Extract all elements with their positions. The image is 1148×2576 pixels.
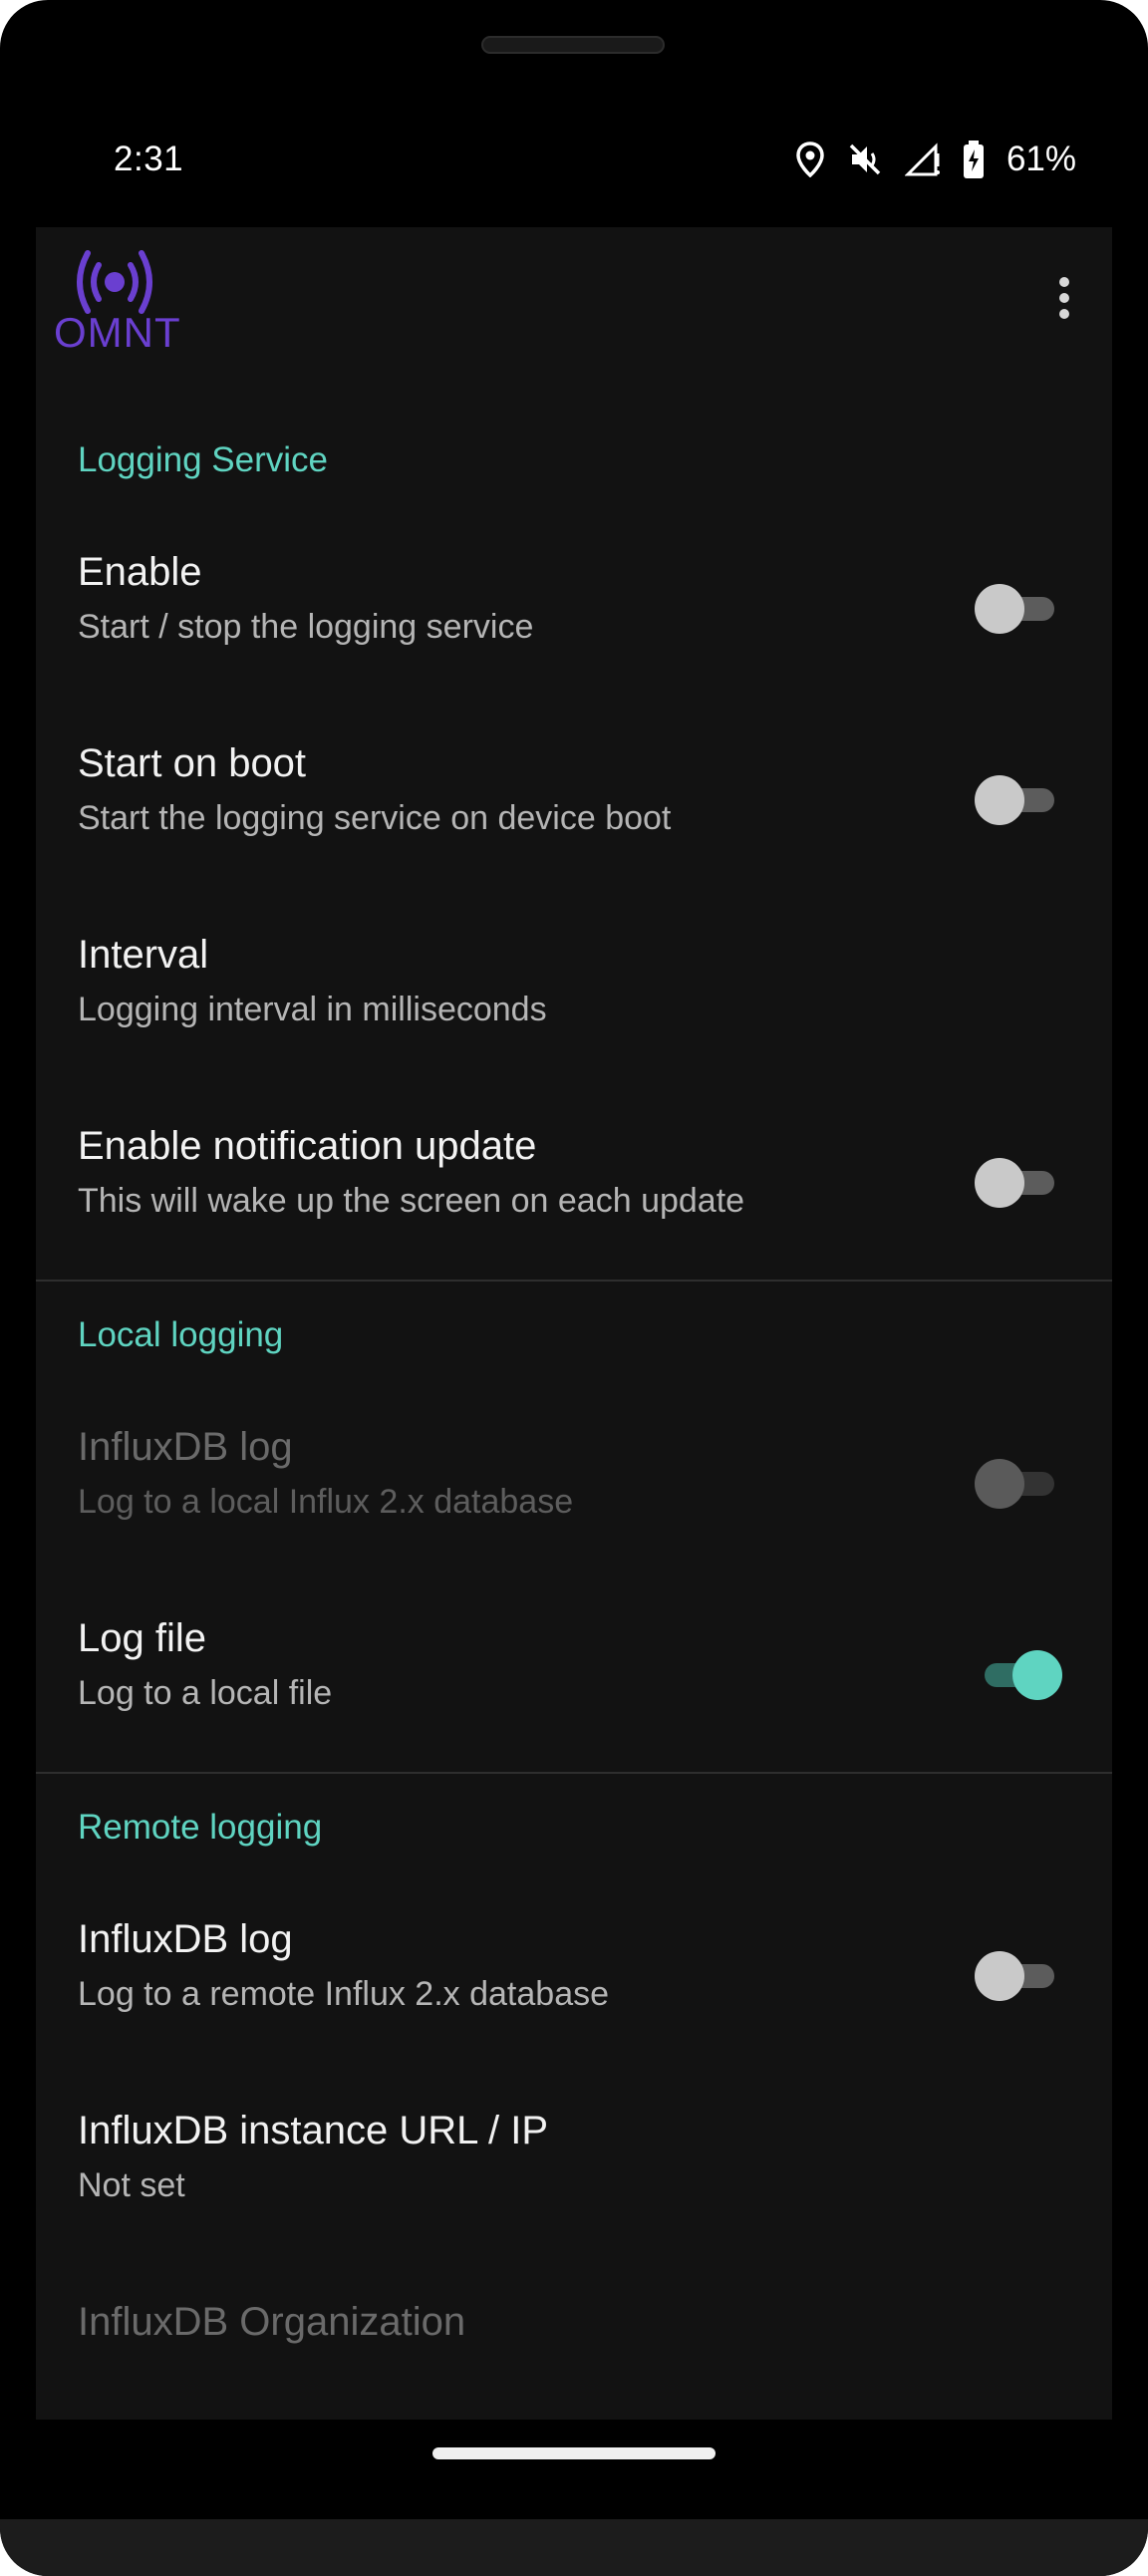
settings-screen[interactable]: OMNT Logging Service Enable Start / stop… [36,227,1112,2420]
category-title: Local logging [78,1315,284,1354]
category-title: Remote logging [78,1808,323,1847]
phone-chin [0,2519,1148,2576]
category-remote-logging: Remote logging [36,1774,1112,1881]
category-logging-service: Logging Service [36,407,1112,514]
home-gesture-handle[interactable] [432,2447,716,2459]
status-bar: 2:31 61% [36,130,1112,189]
overflow-menu-icon[interactable] [1052,277,1076,337]
pref-title: InfluxDB log [78,1917,293,1961]
pref-enable[interactable]: Enable Start / stop the logging service [36,514,1112,706]
app-logo-text: OMNT [54,309,181,356]
location-icon [795,142,825,177]
notification-update-switch[interactable] [975,1158,1058,1208]
pref-title: Interval [78,933,209,977]
pref-organization: InfluxDB Organization [36,2264,1112,2420]
pref-start-on-boot[interactable]: Start on boot Start the logging service … [36,706,1112,897]
local-influxdb-log-switch [975,1459,1058,1509]
pref-title: Enable notification update [78,1124,537,1168]
app-bar: OMNT [36,227,1112,407]
pref-summary: Start the logging service on device boot [78,799,672,837]
category-title: Logging Service [78,440,328,479]
pref-title: InfluxDB instance URL / IP [78,2109,549,2152]
battery-charging-icon [963,141,985,178]
pref-instance-url[interactable]: InfluxDB instance URL / IP Not set [36,2073,1112,2264]
pref-summary: Log to a local file [78,1674,333,1712]
mute-icon [847,142,883,177]
app-logo: OMNT [44,237,203,367]
pref-log-file[interactable]: Log file Log to a local file [36,1580,1112,1772]
enable-switch[interactable] [975,584,1058,634]
status-time: 2:31 [114,140,184,178]
remote-influxdb-log-switch[interactable] [975,1951,1058,2001]
pref-summary: Log to a local Influx 2.x database [78,1483,574,1521]
pref-interval[interactable]: Interval Logging interval in millisecond… [36,897,1112,1088]
pref-title: Log file [78,1616,206,1660]
pref-notification-update[interactable]: Enable notification update This will wak… [36,1088,1112,1280]
status-icons: 61% [795,130,1076,189]
phone-frame: 2:31 61% OMNT Logging Service Enable Sta… [0,0,1148,2576]
pref-summary: Logging interval in milliseconds [78,991,547,1028]
pref-title: Enable [78,550,202,594]
start-on-boot-switch[interactable] [975,775,1058,825]
pref-title: InfluxDB log [78,1425,293,1469]
pref-summary: Start / stop the logging service [78,608,534,646]
pref-title: InfluxDB Organization [78,2300,466,2344]
pref-summary: This will wake up the screen on each upd… [78,1182,745,1220]
pref-summary: Not set [78,2166,185,2204]
navigation-bar [0,2420,1148,2519]
log-file-switch[interactable] [975,1650,1062,1700]
battery-percent: 61% [1005,140,1076,178]
pref-local-influxdb-log: InfluxDB log Log to a local Influx 2.x d… [36,1389,1112,1580]
pref-summary: Log to a remote Influx 2.x database [78,1975,610,2013]
broadcast-icon [77,250,152,314]
pref-remote-influxdb-log[interactable]: InfluxDB log Log to a remote Influx 2.x … [36,1881,1112,2073]
pref-title: Start on boot [78,741,307,785]
earpiece-speaker [481,36,665,54]
category-local-logging: Local logging [36,1282,1112,1389]
signal-icon [904,142,941,177]
